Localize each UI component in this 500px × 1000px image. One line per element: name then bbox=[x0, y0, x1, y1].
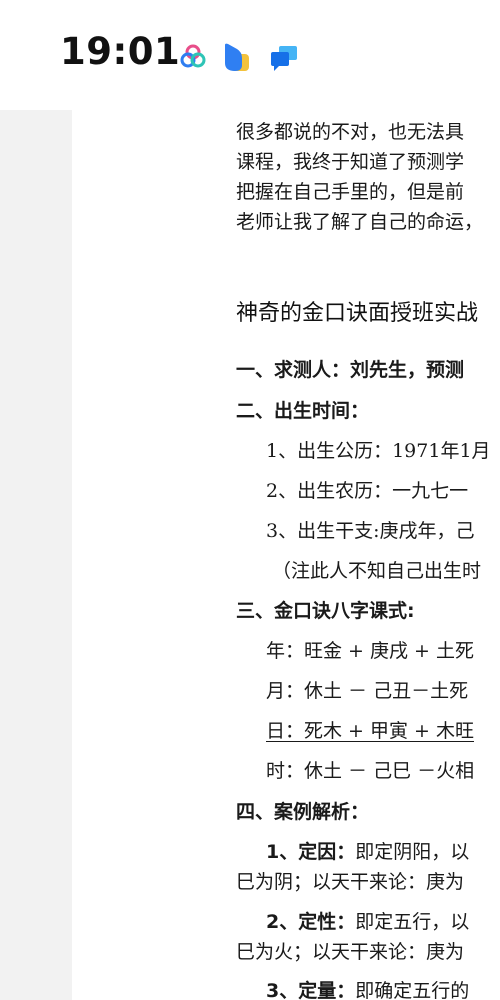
status-time: 19:01 bbox=[60, 30, 181, 73]
term-ding-liang: 3、定量： bbox=[266, 980, 356, 1000]
section-heading: 神奇的金口诀面授班实战 bbox=[236, 301, 479, 326]
birth-note-line: （注此人不知自己出生时 bbox=[272, 560, 482, 582]
colorful-circles-app-icon bbox=[180, 44, 206, 68]
section-4-title: 四、案例解析： bbox=[236, 801, 370, 823]
analysis-paragraph-1-cont: 巳为阴；以天干来论：庚为 bbox=[236, 871, 465, 893]
term-ding-xing: 2、定性： bbox=[266, 911, 356, 933]
section-1-title: 一、求测人：刘先生，预测 bbox=[236, 359, 465, 381]
intro-line: 课程，我终于知道了预测学 bbox=[236, 151, 465, 173]
analysis-paragraph-3: 3、定量：即确定五行的 bbox=[266, 980, 470, 1000]
term-ding-yin: 1、定因： bbox=[266, 841, 356, 863]
blue-chat-app-icon bbox=[271, 46, 297, 71]
analysis-paragraph-2-cont: 巳为火；以天干来论：庚为 bbox=[236, 941, 465, 963]
document-page[interactable]: 很多都说的不对，也无法具 课程，我终于知道了预测学 把握在自己手里的，但是前 老… bbox=[72, 110, 500, 1000]
analysis-paragraph-2: 2、定性：即定五行，以 bbox=[266, 911, 470, 933]
intro-line: 老师让我了解了自己的命运， bbox=[236, 211, 484, 233]
analysis-paragraph-1: 1、定因：即定阴阳，以 bbox=[266, 841, 470, 863]
bazi-row-year: 年：旺金 + 庚戌 + 土死 bbox=[266, 640, 474, 662]
bazi-row-hour: 时：休土 － 己巳 －火相 bbox=[266, 760, 475, 782]
left-gutter bbox=[0, 110, 72, 1000]
birth-info-line: 1、出生公历：1971年1月 bbox=[266, 440, 491, 462]
section-2-title: 二、出生时间： bbox=[236, 400, 370, 422]
blue-yellow-app-icon bbox=[225, 43, 249, 71]
status-bar: 19:01 bbox=[0, 0, 500, 110]
bazi-row-month: 月：休土 － 己丑－土死 bbox=[266, 680, 469, 702]
bazi-row-day: 日：死木 + 甲寅 + 木旺 bbox=[266, 720, 474, 742]
section-3-title: 三、金口诀八字课式: bbox=[236, 600, 415, 622]
intro-line: 把握在自己手里的，但是前 bbox=[236, 181, 465, 203]
birth-info-line: 2、出生农历：一九七一 bbox=[266, 480, 469, 502]
intro-line: 很多都说的不对，也无法具 bbox=[236, 121, 465, 143]
birth-info-line: 3、出生干支:庚戌年，己 bbox=[266, 520, 475, 542]
